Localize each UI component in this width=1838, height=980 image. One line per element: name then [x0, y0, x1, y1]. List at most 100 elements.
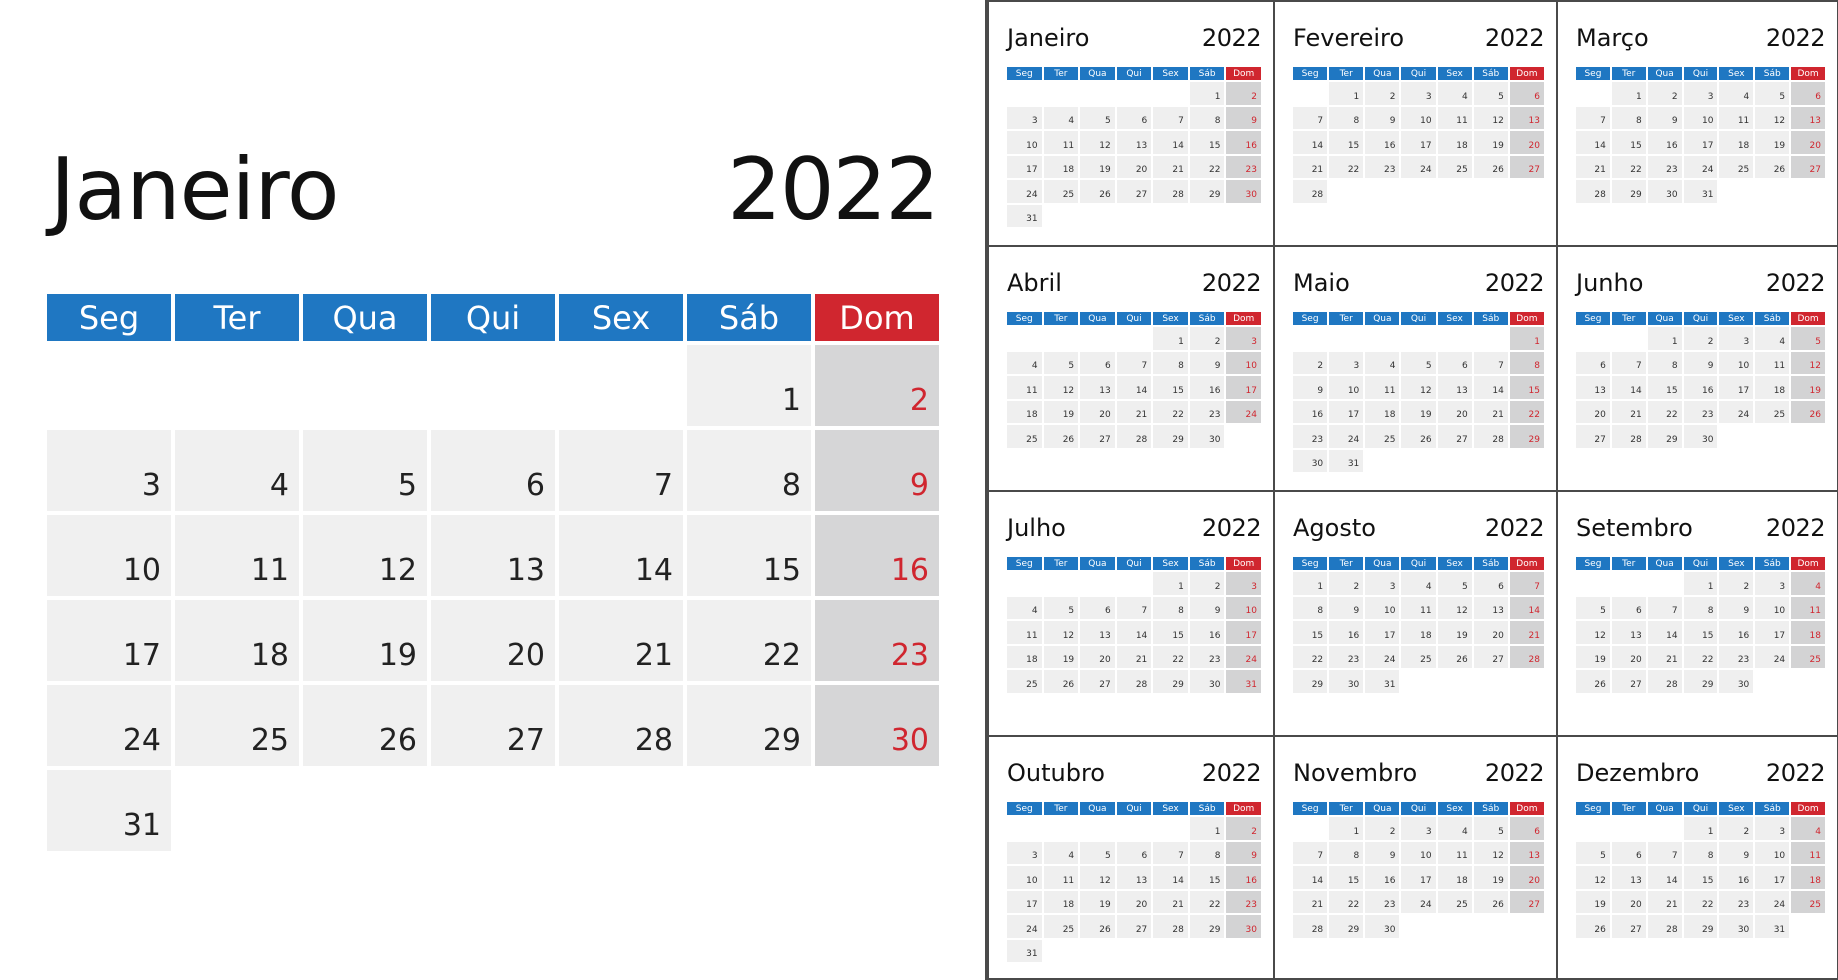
- mini-day-cell[interactable]: 6: [1080, 351, 1115, 374]
- mini-day-cell[interactable]: 7: [1647, 596, 1682, 619]
- mini-day-cell[interactable]: 25: [1755, 400, 1790, 423]
- mini-day-cell[interactable]: 13: [1576, 376, 1610, 399]
- mini-day-cell[interactable]: 28: [1293, 915, 1328, 938]
- mini-sunday-cell[interactable]: 2: [1226, 82, 1261, 105]
- main-day-cell[interactable]: 8: [687, 430, 811, 511]
- main-day-cell[interactable]: 10: [47, 515, 171, 596]
- mini-day-cell[interactable]: 31: [1007, 939, 1042, 962]
- mini-day-cell[interactable]: 19: [1080, 890, 1115, 913]
- main-day-cell[interactable]: 13: [431, 515, 555, 596]
- mini-day-cell[interactable]: 14: [1153, 866, 1188, 889]
- mini-day-cell[interactable]: 8: [1153, 596, 1188, 619]
- mini-sunday-cell[interactable]: 27: [1791, 155, 1825, 178]
- mini-day-cell[interactable]: 26: [1043, 670, 1079, 693]
- mini-day-cell[interactable]: 10: [1007, 131, 1042, 154]
- mini-day-cell[interactable]: 26: [1473, 890, 1508, 913]
- mini-day-cell[interactable]: 18: [1437, 131, 1472, 154]
- mini-day-cell[interactable]: 20: [1611, 645, 1646, 668]
- mini-day-cell[interactable]: 4: [1043, 106, 1079, 129]
- mini-day-cell[interactable]: 17: [1683, 131, 1718, 154]
- main-day-cell[interactable]: 21: [559, 600, 683, 681]
- mini-sunday-cell[interactable]: 30: [1226, 915, 1261, 938]
- mini-day-cell[interactable]: 13: [1080, 621, 1115, 644]
- mini-day-cell[interactable]: 27: [1080, 425, 1115, 448]
- mini-day-cell[interactable]: 13: [1611, 621, 1646, 644]
- mini-sunday-cell[interactable]: 31: [1226, 670, 1261, 693]
- main-sunday-cell[interactable]: 16: [815, 515, 939, 596]
- mini-day-cell[interactable]: 2: [1365, 82, 1400, 105]
- mini-day-cell[interactable]: 19: [1473, 131, 1508, 154]
- mini-sunday-cell[interactable]: 23: [1226, 890, 1261, 913]
- mini-day-cell[interactable]: 28: [1473, 425, 1508, 448]
- mini-day-cell[interactable]: 13: [1116, 131, 1152, 154]
- mini-day-cell[interactable]: 16: [1189, 376, 1225, 399]
- mini-day-cell[interactable]: 16: [1719, 866, 1754, 889]
- mini-day-cell[interactable]: 10: [1719, 351, 1754, 374]
- mini-day-cell[interactable]: 19: [1080, 155, 1115, 178]
- mini-day-cell[interactable]: 15: [1329, 131, 1364, 154]
- mini-day-cell[interactable]: 23: [1329, 645, 1364, 668]
- mini-day-cell[interactable]: 5: [1043, 596, 1079, 619]
- main-day-cell[interactable]: 19: [303, 600, 427, 681]
- mini-sunday-cell[interactable]: 18: [1791, 621, 1825, 644]
- mini-day-cell[interactable]: 13: [1116, 866, 1152, 889]
- mini-day-cell[interactable]: 27: [1576, 425, 1610, 448]
- mini-day-cell[interactable]: 3: [1007, 841, 1042, 864]
- main-sunday-cell[interactable]: 2: [815, 345, 939, 426]
- mini-day-cell[interactable]: 16: [1683, 376, 1718, 399]
- mini-day-cell[interactable]: 25: [1365, 425, 1400, 448]
- mini-day-cell[interactable]: 24: [1007, 915, 1042, 938]
- mini-day-cell[interactable]: 29: [1189, 180, 1225, 203]
- mini-day-cell[interactable]: 2: [1683, 327, 1718, 350]
- mini-sunday-cell[interactable]: 16: [1226, 131, 1261, 154]
- mini-day-cell[interactable]: 10: [1329, 376, 1364, 399]
- mini-day-cell[interactable]: 28: [1116, 670, 1152, 693]
- mini-day-cell[interactable]: 1: [1189, 82, 1225, 105]
- mini-day-cell[interactable]: 28: [1647, 670, 1682, 693]
- mini-day-cell[interactable]: 11: [1007, 621, 1042, 644]
- mini-day-cell[interactable]: 9: [1365, 841, 1400, 864]
- mini-day-cell[interactable]: 9: [1719, 841, 1754, 864]
- mini-day-cell[interactable]: 25: [1401, 645, 1436, 668]
- mini-day-cell[interactable]: 15: [1647, 376, 1682, 399]
- mini-day-cell[interactable]: 29: [1189, 915, 1225, 938]
- mini-day-cell[interactable]: 12: [1576, 866, 1610, 889]
- mini-day-cell[interactable]: 1: [1293, 572, 1328, 595]
- mini-day-cell[interactable]: 14: [1153, 131, 1188, 154]
- main-day-cell[interactable]: 31: [47, 770, 171, 851]
- mini-day-cell[interactable]: 15: [1153, 376, 1188, 399]
- mini-day-cell[interactable]: 2: [1647, 82, 1682, 105]
- mini-day-cell[interactable]: 17: [1719, 376, 1754, 399]
- mini-day-cell[interactable]: 17: [1007, 155, 1042, 178]
- mini-day-cell[interactable]: 6: [1116, 841, 1152, 864]
- mini-day-cell[interactable]: 4: [1401, 572, 1436, 595]
- mini-day-cell[interactable]: 12: [1755, 106, 1790, 129]
- mini-day-cell[interactable]: 14: [1293, 131, 1328, 154]
- mini-day-cell[interactable]: 23: [1365, 155, 1400, 178]
- mini-day-cell[interactable]: 26: [1576, 670, 1610, 693]
- mini-day-cell[interactable]: 22: [1189, 155, 1225, 178]
- mini-day-cell[interactable]: 21: [1647, 890, 1682, 913]
- mini-day-cell[interactable]: 12: [1043, 621, 1079, 644]
- mini-day-cell[interactable]: 11: [1437, 106, 1472, 129]
- mini-day-cell[interactable]: 14: [1116, 621, 1152, 644]
- mini-sunday-cell[interactable]: 6: [1509, 817, 1544, 840]
- mini-day-cell[interactable]: 16: [1189, 621, 1225, 644]
- mini-day-cell[interactable]: 23: [1189, 645, 1225, 668]
- mini-day-cell[interactable]: 3: [1719, 327, 1754, 350]
- mini-day-cell[interactable]: 24: [1683, 155, 1718, 178]
- mini-sunday-cell[interactable]: 24: [1226, 400, 1261, 423]
- mini-day-cell[interactable]: 2: [1293, 351, 1328, 374]
- mini-day-cell[interactable]: 8: [1329, 841, 1364, 864]
- mini-day-cell[interactable]: 22: [1647, 400, 1682, 423]
- mini-day-cell[interactable]: 15: [1611, 131, 1646, 154]
- mini-day-cell[interactable]: 21: [1153, 155, 1188, 178]
- mini-day-cell[interactable]: 29: [1683, 915, 1718, 938]
- mini-sunday-cell[interactable]: 28: [1509, 645, 1544, 668]
- mini-day-cell[interactable]: 21: [1293, 155, 1328, 178]
- mini-day-cell[interactable]: 28: [1611, 425, 1646, 448]
- mini-day-cell[interactable]: 11: [1043, 131, 1079, 154]
- mini-sunday-cell[interactable]: 27: [1509, 890, 1544, 913]
- mini-day-cell[interactable]: 17: [1401, 866, 1436, 889]
- mini-day-cell[interactable]: 12: [1473, 841, 1508, 864]
